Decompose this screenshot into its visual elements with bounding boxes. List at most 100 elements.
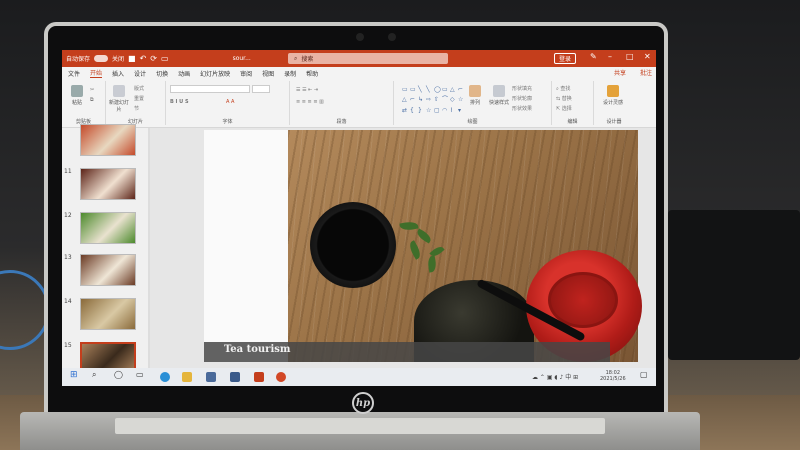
paragraph-group: ☰ ☰ ⇤ ⇥ ≡ ≡ ≡ ≡ ▥ 段落 — [290, 81, 394, 125]
find-button[interactable]: ⌕ 查找 — [556, 85, 570, 92]
slide-thumbnail-image — [80, 212, 136, 244]
slide-number: 15 — [64, 342, 72, 349]
font-color-icon[interactable]: A A — [226, 99, 234, 105]
tab-file[interactable]: 文件 — [68, 69, 80, 78]
design-ideas-button[interactable]: 设计灵感 — [602, 85, 624, 106]
document-name[interactable]: sour... — [233, 55, 251, 62]
slides-group: 新建幻灯片 版式 重置 节 幻灯片 — [106, 81, 166, 125]
file-explorer-icon[interactable] — [182, 372, 192, 382]
copy-icon[interactable]: ⧉ — [90, 97, 94, 103]
webcam-icon — [356, 33, 364, 41]
quick-styles-label: 快速样式 — [488, 100, 509, 106]
layout-button[interactable]: 版式 — [134, 85, 144, 92]
select-button[interactable]: ⇱ 选择 — [556, 105, 572, 112]
undo-icon[interactable]: ↶ — [140, 54, 147, 63]
shape-effects-button[interactable]: 形状效果 — [512, 105, 532, 112]
tab-animations[interactable]: 动画 — [178, 69, 190, 78]
bullets-icon[interactable]: ☰ ☰ ⇤ ⇥ — [296, 87, 318, 93]
laptop-hinge — [115, 418, 605, 434]
ribbon: 粘贴 ✂ ⧉ 剪贴板 新建幻灯片 版式 重置 节 幻灯片 B I U S A A… — [62, 79, 656, 128]
slide-thumbnail[interactable] — [62, 124, 150, 158]
font-group: B I U S A A 字体 — [166, 81, 290, 125]
font-size-dropdown[interactable] — [252, 85, 270, 93]
tab-help[interactable]: 帮助 — [306, 69, 318, 78]
autosave-toggle[interactable] — [94, 55, 109, 62]
tab-home[interactable]: 开始 — [90, 68, 103, 78]
share-button[interactable]: 共享 — [614, 68, 626, 77]
slide-thumbnail[interactable]: 12 — [62, 212, 150, 246]
quick-styles-button[interactable]: 快速样式 — [488, 85, 510, 106]
clock[interactable]: 18:02 2021/5/26 — [600, 370, 626, 382]
tab-view[interactable]: 视图 — [262, 69, 274, 78]
search-placeholder: 搜索 — [301, 56, 314, 63]
drawing-group-label: 绘图 — [467, 119, 478, 125]
new-slide-icon — [113, 85, 125, 97]
arrange-button[interactable]: 排列 — [464, 85, 486, 106]
paste-label: 粘贴 — [71, 100, 82, 106]
section-button[interactable]: 节 — [134, 105, 139, 112]
office-app-icon[interactable] — [254, 372, 264, 382]
maximize-icon[interactable]: □ — [626, 52, 634, 61]
shape-fill-button[interactable]: 形状填充 — [512, 85, 532, 92]
tab-insert[interactable]: 插入 — [112, 69, 124, 78]
windows-taskbar: ⊞ ⌕ ◯ ▭ ☁ ⌃ ▣ ◖ ♪ 中 ⊞ 18:02 2021/5/26 ▢ — [62, 368, 656, 386]
sign-in-button[interactable]: 登录 — [554, 53, 576, 64]
designer-group: 设计灵感 设计器 — [594, 81, 634, 125]
minimize-icon[interactable]: – — [608, 52, 612, 61]
cut-icon[interactable]: ✂ — [90, 87, 94, 93]
search-box[interactable]: ⌕ 搜索 — [288, 53, 448, 64]
tab-design[interactable]: 设计 — [134, 69, 146, 78]
replace-button[interactable]: ⇆ 替换 — [556, 95, 572, 102]
shape-outline-button[interactable]: 形状轮廓 — [512, 95, 532, 102]
shapes-gallery[interactable]: ▭ ▭ ╲ ╲ ◯ ▭ △ ⌐ △ ⌐ ↳ ⇨ ⇧ ⌒ ◇ ☆ ⇄{} ☆ ▢ ◠ ⌇ ▾ — [402, 86, 463, 116]
close-icon[interactable]: ✕ — [644, 52, 651, 61]
account-icon[interactable]: ✎ — [590, 52, 597, 61]
font-name-dropdown[interactable] — [170, 85, 250, 93]
blue-cable — [0, 270, 50, 350]
paste-button[interactable]: 粘贴 — [66, 85, 88, 106]
autosave-label: 自动保存 — [66, 56, 91, 63]
search-icon: ⌕ — [294, 54, 298, 62]
select-label: 选择 — [561, 106, 572, 112]
new-slide-button[interactable]: 新建幻灯片 — [108, 85, 130, 113]
current-slide[interactable]: Tea tourism — [204, 130, 642, 362]
background-monitor — [668, 210, 800, 360]
tab-review[interactable]: 审阅 — [240, 69, 252, 78]
slide-thumbnail[interactable]: 14 — [62, 298, 150, 332]
align-icon[interactable]: ≡ ≡ ≡ ≡ ▥ — [296, 99, 324, 105]
windows-start-icon[interactable]: ⊞ — [70, 370, 80, 380]
slide-thumbnail[interactable]: 11 — [62, 168, 150, 202]
find-label: 查找 — [560, 86, 571, 92]
tea-cup-image — [310, 202, 396, 288]
slide-thumbnail-image — [80, 168, 136, 200]
slide-caption[interactable]: Tea tourism — [224, 344, 290, 355]
slide-thumbnail-image — [80, 298, 136, 330]
task-view-icon[interactable]: ▭ — [136, 370, 146, 380]
search-taskbar-icon[interactable]: ⌕ — [92, 370, 102, 380]
clock-date: 2021/5/26 — [600, 376, 626, 382]
slide-number: 11 — [64, 168, 72, 175]
slide-thumbnail-image — [80, 254, 136, 286]
bold-icon[interactable]: B I U S — [170, 99, 189, 105]
powerpoint-window: 自动保存 关闭 ■ ↶ ⟳ ▭ sour... ⌕ 搜索 登录 ✎ – □ ✕ … — [62, 50, 656, 386]
reset-button[interactable]: 重置 — [134, 95, 144, 102]
comments-button[interactable]: 批注 — [640, 68, 652, 77]
tab-transitions[interactable]: 切换 — [156, 69, 168, 78]
tab-slideshow[interactable]: 幻灯片放映 — [200, 69, 230, 78]
quick-styles-icon — [493, 85, 505, 97]
cortana-icon[interactable]: ◯ — [114, 370, 124, 380]
system-tray-icons[interactable]: ☁ ⌃ ▣ ◖ ♪ 中 ⊞ — [532, 372, 578, 381]
mail-icon[interactable] — [206, 372, 216, 382]
drawing-group: ▭ ▭ ╲ ╲ ◯ ▭ △ ⌐ △ ⌐ ↳ ⇨ ⇧ ⌒ ◇ ☆ ⇄{} ☆ ▢ ◠ ⌇ ▾ 排列 快速样式 形状填充 … — [394, 81, 552, 125]
redo-icon[interactable]: ⟳ — [150, 54, 157, 63]
autosave-state: 关闭 — [112, 56, 125, 63]
slide-thumbnail[interactable]: 13 — [62, 254, 150, 288]
present-icon[interactable]: ▭ — [161, 54, 169, 63]
app-icon[interactable] — [230, 372, 240, 382]
edge-icon[interactable] — [160, 372, 170, 382]
powerpoint-taskbar-icon[interactable] — [276, 372, 286, 382]
tab-record[interactable]: 录制 — [284, 69, 296, 78]
design-ideas-label: 设计灵感 — [602, 100, 623, 106]
notification-icon[interactable]: ▢ — [640, 370, 650, 380]
save-icon[interactable]: ■ — [128, 54, 136, 63]
